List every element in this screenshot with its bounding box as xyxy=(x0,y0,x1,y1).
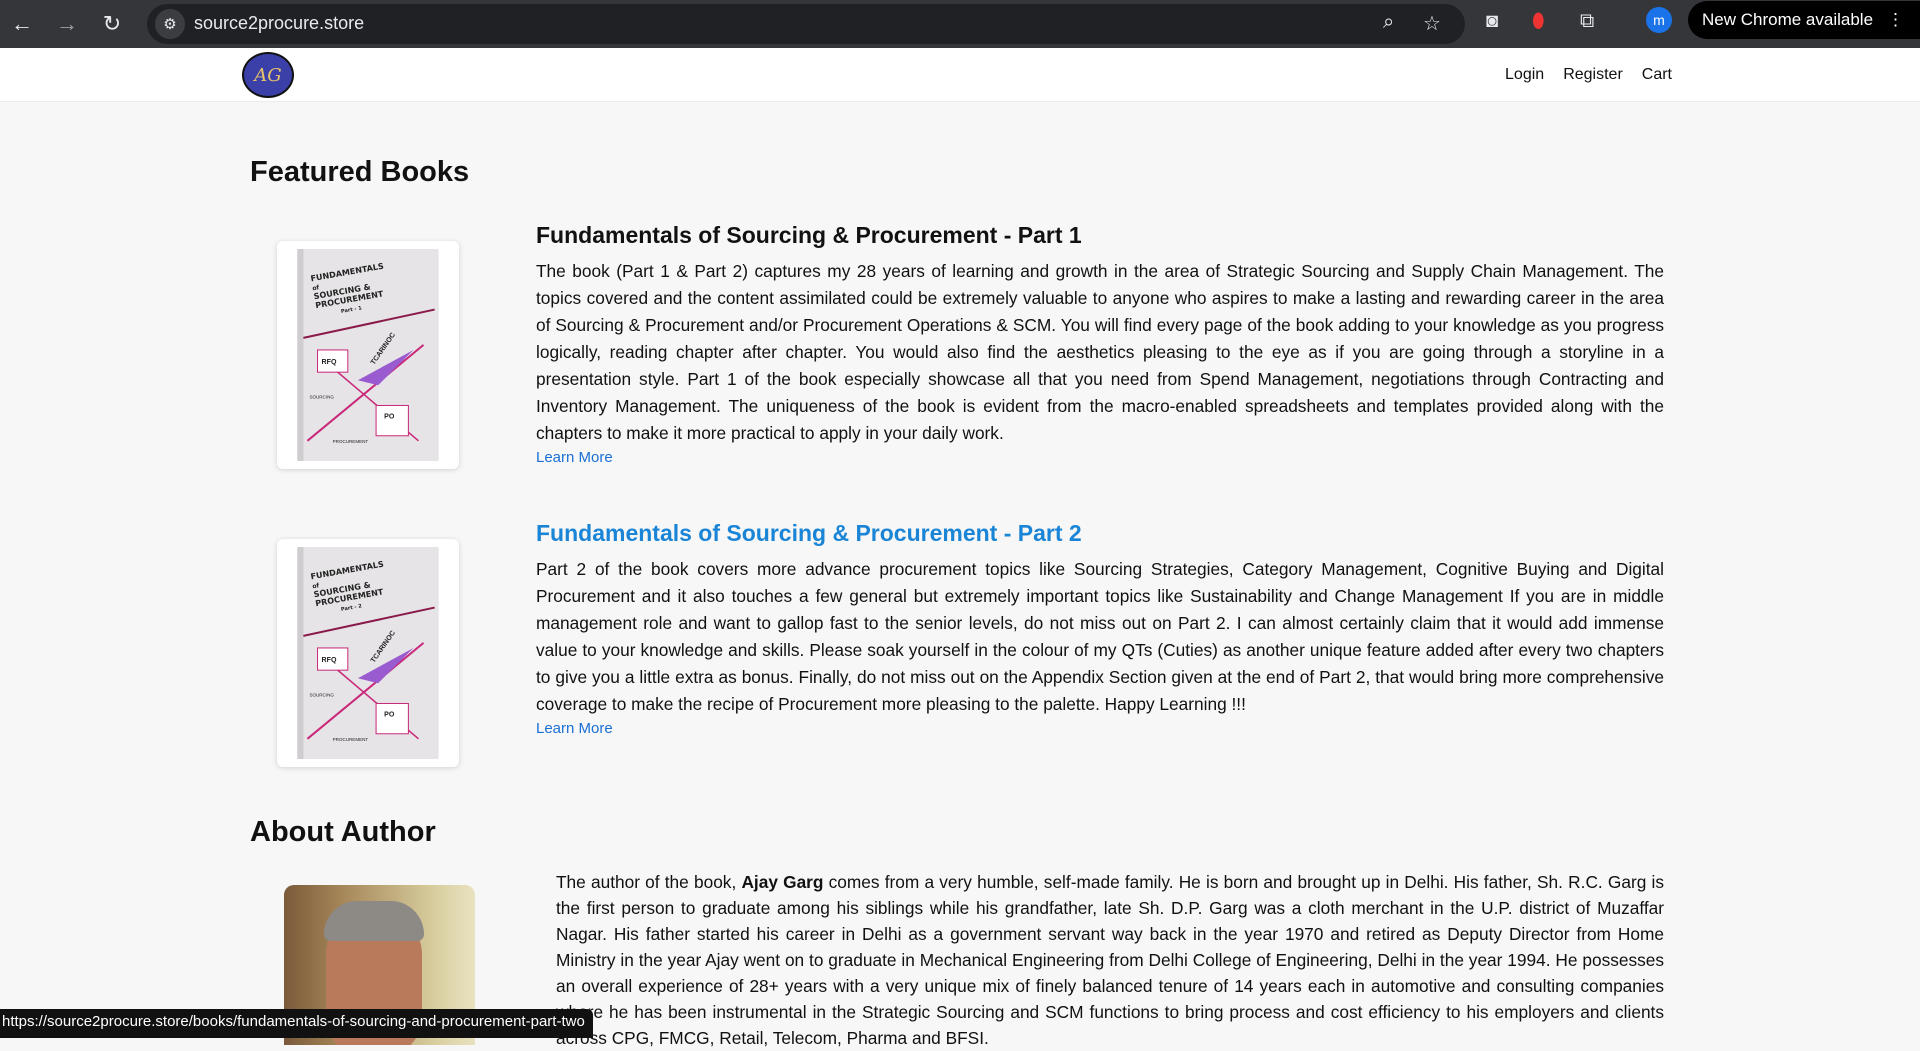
profile-avatar[interactable]: m xyxy=(1646,7,1672,33)
book-title-part-1: Fundamentals of Sourcing & Procurement -… xyxy=(536,222,1082,248)
register-link[interactable]: Register xyxy=(1563,66,1623,84)
site-logo[interactable]: ΑG xyxy=(242,52,294,98)
new-chrome-button[interactable]: New Chrome available ⋮ xyxy=(1688,1,1920,39)
address-bar[interactable]: ⚙ source2procure.store ⌕ ☆ xyxy=(147,4,1465,44)
book-description-part-1: The book (Part 1 & Part 2) captures my 2… xyxy=(536,261,1664,443)
login-link[interactable]: Login xyxy=(1505,66,1544,84)
learn-more-link-part-2[interactable]: Learn More xyxy=(536,720,613,737)
site-info-icon[interactable]: ⚙ xyxy=(155,9,185,39)
back-icon[interactable]: ← xyxy=(6,8,38,40)
svg-text:SOURCING: SOURCING xyxy=(309,692,334,697)
svg-text:RFQ: RFQ xyxy=(322,359,337,366)
stop-extension-icon[interactable]: ⬮ xyxy=(1532,10,1545,33)
svg-text:RFQ: RFQ xyxy=(322,657,337,664)
reload-icon[interactable]: ↻ xyxy=(96,8,128,40)
learn-more-link-part-1[interactable]: Learn More xyxy=(536,449,613,466)
svg-text:PO: PO xyxy=(384,414,395,421)
zoom-icon[interactable]: ⌕ xyxy=(1383,11,1394,34)
new-chrome-label: New Chrome available xyxy=(1702,10,1874,29)
svg-text:PROCUREMENT: PROCUREMENT xyxy=(333,737,369,742)
menu-dots-icon[interactable]: ⋮ xyxy=(1887,10,1904,30)
url-text[interactable]: source2procure.store xyxy=(194,13,364,34)
book-cover-part-2[interactable]: FUNDAMENTALS of SOURCING & PROCUREMENT Part… xyxy=(277,539,459,767)
book-cover-part-1[interactable]: FUNDAMENTALS of SOURCING & PROCUREMENT Part… xyxy=(277,241,459,469)
svg-text:PO: PO xyxy=(384,712,395,719)
status-bar-url: https://source2procure.store/books/funda… xyxy=(0,1009,593,1038)
bookmark-star-icon[interactable]: ☆ xyxy=(1423,11,1441,36)
book-title-part-2[interactable]: Fundamentals of Sourcing & Procurement -… xyxy=(536,520,1082,547)
site-header: ΑG Login Register Cart xyxy=(0,48,1920,102)
author-bio: The author of the book, Ajay Garg comes … xyxy=(556,872,1665,1048)
extensions-puzzle-icon[interactable]: ⧉ xyxy=(1580,10,1594,33)
svg-text:SOURCING: SOURCING xyxy=(309,394,334,399)
header-nav: Login Register Cart xyxy=(1505,66,1672,84)
featured-books-heading: Featured Books xyxy=(250,156,470,188)
svg-text:PROCUREMENT: PROCUREMENT xyxy=(333,439,369,444)
book-description-part-2: Part 2 of the book covers more advance p… xyxy=(536,559,1664,714)
browser-toolbar: ← → ↻ ⚙ source2procure.store ⌕ ☆ ◙ ⬮ ⧉ m… xyxy=(0,0,1920,48)
about-author-heading: About Author xyxy=(250,816,436,848)
author-name: Ajay Garg xyxy=(741,872,824,892)
forward-icon[interactable]: → xyxy=(51,8,83,40)
cart-link[interactable]: Cart xyxy=(1642,66,1672,84)
camera-extension-icon[interactable]: ◙ xyxy=(1486,10,1498,33)
